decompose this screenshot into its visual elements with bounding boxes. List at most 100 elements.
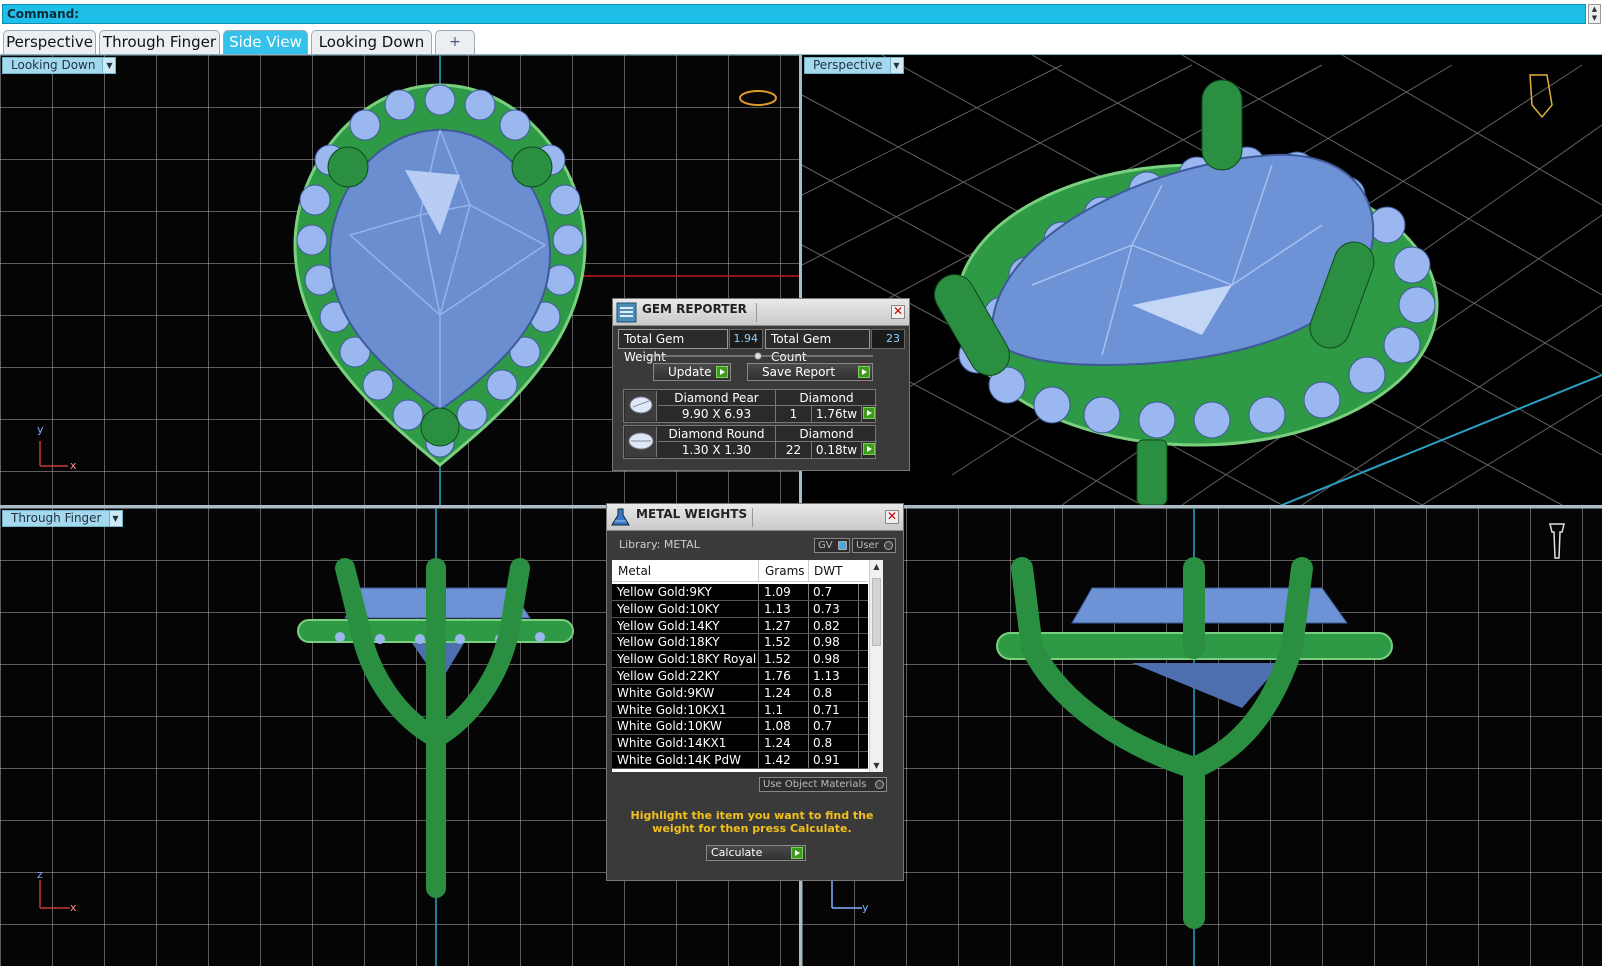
pear-gem-icon (625, 391, 657, 421)
metal-name: Yellow Gold:10KY (617, 601, 720, 616)
grams-value: 1.13 (764, 601, 791, 616)
grams-value: 1.09 (764, 585, 791, 599)
metal-weights-header[interactable]: METAL WEIGHTS ✕ (607, 504, 903, 531)
viewport-label-through-finger[interactable]: Through Finger ▼ (2, 510, 123, 527)
chevron-down-icon[interactable]: ▼ (102, 58, 116, 73)
table-row[interactable]: White Gold:10KW 1.08 0.7 (612, 718, 868, 736)
update-button[interactable]: Update (653, 363, 731, 381)
side-view-render (996, 508, 1393, 966)
metal-weights-table[interactable]: Metal Grams DWT Yellow Gold:9KY 1.09 0.7 Ye… (612, 560, 883, 772)
command-label: Command: (7, 7, 80, 21)
calculate-button[interactable]: Calculate (706, 845, 806, 861)
gv-toggle[interactable]: GV (814, 538, 850, 553)
tab-side-view[interactable]: Side View (223, 30, 308, 54)
gem-row[interactable]: Diamond Round Diamond 1.30 X 1.30 22 0.1… (623, 425, 877, 459)
add-tab-button[interactable]: + (435, 30, 475, 54)
total-gem-count-label: Total Gem Count (765, 329, 870, 364)
scroll-up-icon[interactable]: ▲ (870, 562, 883, 571)
table-row[interactable]: Yellow Gold:18KY Royal 1.52 0.98 (612, 651, 868, 668)
tab-looking-down[interactable]: Looking Down (311, 30, 432, 54)
grams-value: 1.08 (764, 719, 791, 734)
axis-x-label: x (70, 459, 77, 472)
dwt-value: 0.98 (813, 652, 840, 667)
metal-name: Yellow Gold:9KY (617, 585, 712, 599)
gem-name: Diamond Round (658, 426, 776, 442)
metal-name: White Gold:9KW (617, 685, 715, 700)
metal-name: Yellow Gold:18KY Royal (617, 652, 757, 667)
grams-value: 1.24 (764, 736, 791, 751)
table-row[interactable]: White Gold:9KW 1.24 0.8 (612, 684, 868, 702)
scroll-thumb[interactable] (872, 578, 881, 646)
tab-perspective[interactable]: Perspective (3, 30, 96, 54)
metal-name: Yellow Gold:22KY (617, 668, 720, 683)
dwt-value: 0.91 (813, 752, 840, 767)
command-input[interactable]: Command: (2, 4, 1586, 24)
chevron-down-icon[interactable]: ▼ (108, 511, 122, 526)
chevron-down-icon[interactable]: ▼ (889, 58, 903, 73)
column-header-grams[interactable]: Grams (765, 564, 805, 578)
table-row[interactable]: Yellow Gold:14KY 1.27 0.82 (612, 617, 868, 635)
grams-value: 1.52 (764, 635, 791, 650)
gem-count: 1 (776, 406, 812, 422)
tab-through-finger[interactable]: Through Finger (99, 30, 220, 54)
toggle-indicator-icon (884, 541, 893, 550)
column-header-dwt[interactable]: DWT (814, 564, 842, 578)
perspective-render (802, 55, 1602, 505)
gem-reporter-title: GEM REPORTER (642, 302, 747, 316)
toggle-indicator-icon (875, 780, 884, 789)
gem-weight: 0.18tw (812, 442, 862, 458)
view-tabbar: Perspective Through Finger Side View Loo… (0, 27, 1602, 55)
column-header-metal[interactable]: Metal (618, 564, 651, 578)
gem-select-button[interactable] (862, 442, 876, 457)
table-scrollbar[interactable]: ▲ ▼ (869, 560, 883, 772)
grams-value: 1.42 (764, 752, 791, 767)
toggle-indicator-icon (838, 541, 847, 550)
save-report-button[interactable]: Save Report (747, 363, 873, 381)
table-header: Metal Grams DWT (612, 560, 868, 582)
scroll-down-icon[interactable]: ▼ (870, 761, 883, 770)
play-icon (716, 366, 728, 378)
camera-icon[interactable] (1542, 518, 1572, 578)
command-scroll[interactable]: ▲ ▼ (1588, 4, 1601, 24)
viewport-perspective[interactable]: Perspective ▼ (802, 55, 1602, 505)
metal-name: White Gold:14KX1 (617, 736, 727, 751)
axis-z-label: z (37, 868, 43, 881)
grams-value: 1.76 (764, 668, 791, 683)
viewport-side-view[interactable]: z y (802, 508, 1602, 966)
table-row[interactable]: Yellow Gold:22KY 1.76 1.13 (612, 667, 868, 685)
gem-reporter-icon (616, 302, 637, 323)
table-row[interactable]: Yellow Gold:18KY 1.52 0.98 (612, 634, 868, 652)
gem-select-button[interactable] (862, 406, 876, 421)
metal-name: White Gold:14K PdW (617, 752, 742, 767)
table-row[interactable]: Yellow Gold:9KY 1.09 0.7 (612, 584, 868, 601)
grams-value: 1.24 (764, 685, 791, 700)
table-row[interactable]: White Gold:10KX1 1.1 0.71 (612, 701, 868, 719)
gem-reporter-header[interactable]: GEM REPORTER ✕ (613, 299, 909, 326)
use-object-materials-toggle[interactable]: Use Object Materials (759, 777, 887, 792)
panel-splitter[interactable] (643, 352, 873, 360)
close-icon[interactable]: ✕ (891, 305, 905, 319)
axis-y-label: y (862, 901, 869, 914)
gem-row[interactable]: Diamond Pear Diamond 9.90 X 6.93 1 1.76t… (623, 389, 877, 423)
table-row[interactable]: Yellow Gold:10KY 1.13 0.73 (612, 600, 868, 618)
gem-name: Diamond Pear (658, 390, 776, 406)
axis-x-label: x (70, 901, 77, 914)
user-toggle[interactable]: User (852, 538, 896, 553)
gem-material: Diamond (776, 426, 877, 442)
metal-name: White Gold:10KX1 (617, 702, 727, 717)
table-row[interactable]: White Gold:14KX1 1.24 0.8 (612, 735, 868, 752)
metal-name: Yellow Gold:14KY (617, 618, 720, 633)
close-icon[interactable]: ✕ (885, 510, 899, 524)
viewport-label-looking-down[interactable]: Looking Down ▼ (2, 57, 117, 74)
metal-name: White Gold:10KW (617, 719, 722, 734)
metal-name: Yellow Gold:18KY (617, 635, 720, 650)
table-row[interactable]: White Gold:14K PdW 1.42 0.91 (612, 751, 868, 769)
gem-size: 1.30 X 1.30 (658, 442, 776, 458)
viewport-label-perspective[interactable]: Perspective ▼ (804, 57, 904, 74)
dwt-value: 0.7 (813, 719, 833, 734)
dwt-value: 0.7 (813, 585, 833, 599)
total-gem-weight-value: 1.94 (729, 329, 763, 349)
round-gem-icon (625, 427, 657, 457)
gem-count: 22 (776, 442, 812, 458)
axis-y-label: y (37, 423, 44, 436)
